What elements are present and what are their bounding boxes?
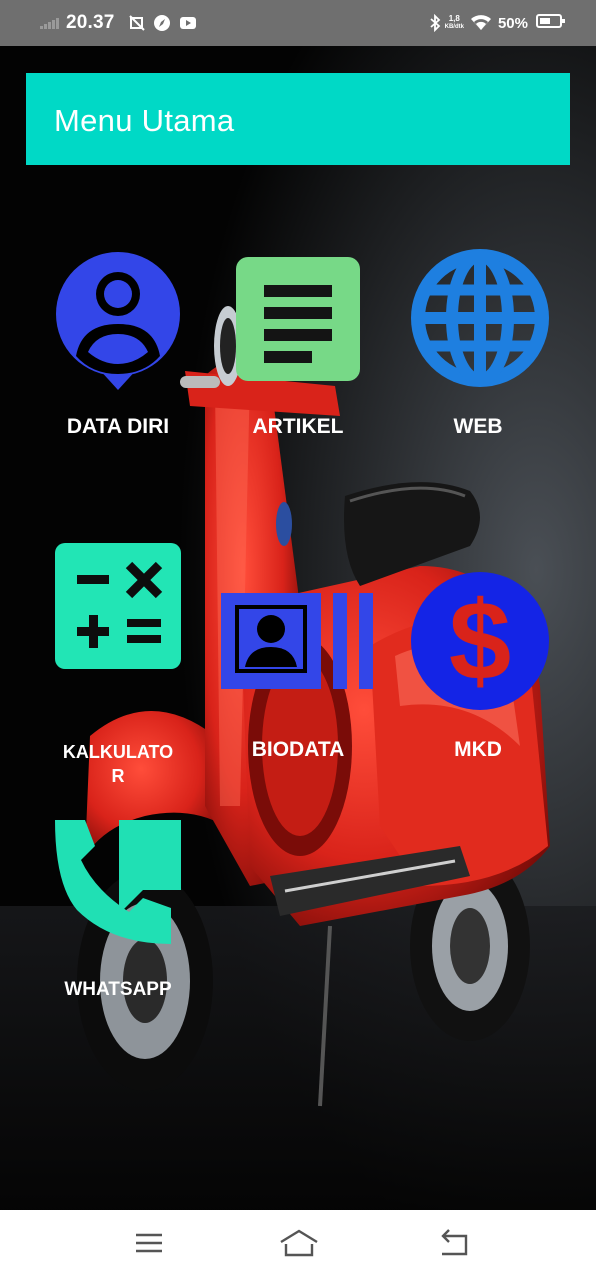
svg-text:$: $ bbox=[449, 578, 511, 703]
globe-icon bbox=[411, 249, 549, 387]
navigation-bar bbox=[0, 1210, 596, 1280]
signal-strength-icon bbox=[40, 17, 60, 29]
battery-icon bbox=[536, 13, 566, 34]
menu-item-web[interactable]: WEB bbox=[388, 246, 568, 486]
calculator-icon bbox=[55, 543, 181, 669]
menu-item-whatsapp[interactable]: WHATSAPP bbox=[28, 820, 208, 1060]
menu-item-mkd[interactable]: $ MKD bbox=[388, 543, 568, 783]
menu-label-kalkulator-line2: R bbox=[111, 766, 125, 786]
app-screen: Menu Utama DATA DIRI ARTIKEL WEB KALKULA… bbox=[0, 46, 596, 1210]
article-icon bbox=[236, 257, 360, 381]
person-pin-icon bbox=[56, 252, 180, 390]
menu-label-kalkulator-line1: KALKULATO bbox=[62, 742, 174, 762]
battery-percent: 50% bbox=[497, 14, 528, 32]
dollar-icon: $ bbox=[411, 572, 549, 710]
menu-lines-icon bbox=[136, 1233, 162, 1253]
menu-label-mkd: MKD bbox=[454, 738, 502, 761]
back-icon bbox=[441, 1229, 468, 1256]
menu-label-biodata: BIODATA bbox=[251, 738, 345, 761]
menu-label-whatsapp: WHATSAPP bbox=[64, 979, 172, 1000]
home-icon bbox=[280, 1229, 318, 1257]
wifi-icon bbox=[470, 14, 492, 32]
bluetooth-icon bbox=[429, 14, 441, 32]
network-speed-value: 1,8 bbox=[448, 14, 460, 23]
menu-label-web: WEB bbox=[453, 415, 503, 438]
page-title: Menu Utama bbox=[54, 103, 235, 138]
status-time: 20.37 bbox=[66, 12, 115, 33]
nav-home-button[interactable] bbox=[278, 1228, 320, 1265]
status-bar: 20.37 1,8 KB/dtk 50% bbox=[0, 0, 596, 46]
screenshot-icon bbox=[128, 15, 145, 31]
network-speed: 1,8 KB/dtk bbox=[445, 15, 464, 31]
menu-label-data-diri: DATA DIRI bbox=[66, 415, 170, 438]
youtube-icon bbox=[179, 15, 197, 31]
header-bar: Menu Utama bbox=[26, 73, 570, 165]
phone-chat-icon bbox=[55, 820, 181, 944]
nav-back-button[interactable] bbox=[438, 1228, 470, 1263]
nav-menu-button[interactable] bbox=[134, 1228, 164, 1263]
menu-item-kalkulator[interactable]: KALKULATO R bbox=[28, 543, 208, 786]
compass-icon bbox=[153, 14, 171, 32]
menu-item-artikel[interactable]: ARTIKEL bbox=[208, 246, 388, 486]
menu-item-data-diri[interactable]: DATA DIRI bbox=[28, 246, 208, 486]
menu-item-biodata[interactable]: BIODATA bbox=[208, 543, 388, 783]
menu-label-artikel: ARTIKEL bbox=[252, 415, 344, 438]
contact-card-icon bbox=[221, 593, 373, 689]
network-speed-unit: KB/dtk bbox=[444, 24, 464, 30]
menu-label-kalkulator: KALKULATO R bbox=[48, 740, 188, 788]
